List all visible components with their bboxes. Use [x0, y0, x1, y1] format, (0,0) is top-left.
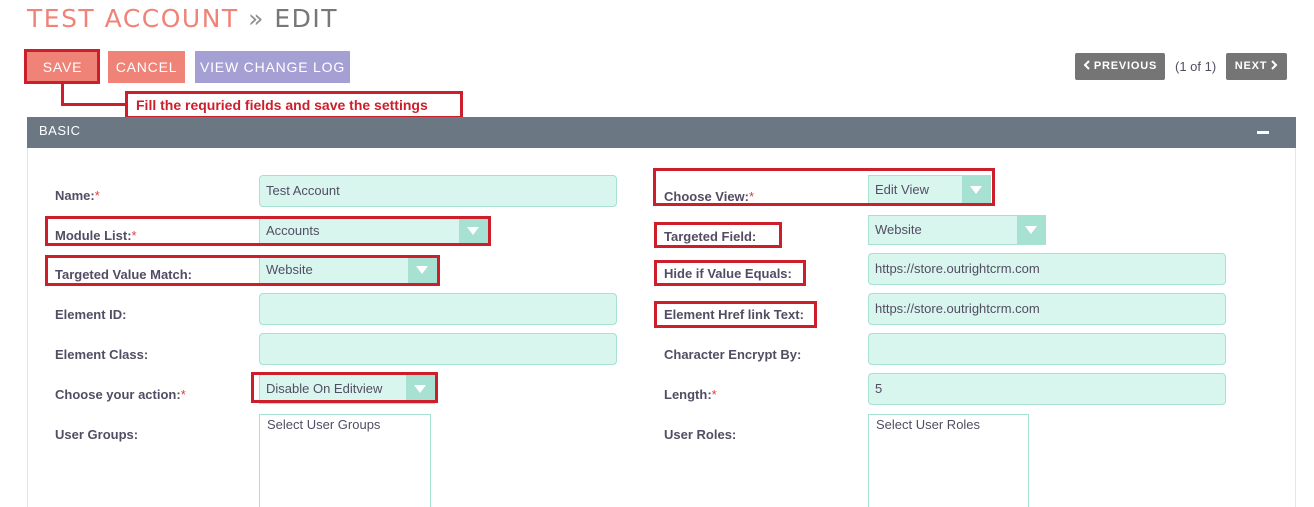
user-groups-label: User Groups:	[55, 427, 139, 442]
element-id-field[interactable]	[259, 293, 617, 325]
hide-if-value-equals-label: Hide if Value Equals:	[664, 266, 792, 281]
name-field[interactable]: Test Account	[259, 175, 617, 207]
length-label: Length:*	[664, 387, 717, 402]
required-marker: *	[711, 387, 717, 402]
panel-body	[27, 148, 1296, 507]
cancel-button[interactable]: CANCEL	[108, 51, 185, 83]
view-change-log-button[interactable]: VIEW CHANGE LOG	[195, 51, 350, 83]
chevron-right-icon	[1271, 60, 1278, 70]
user-roles-label: User Roles:	[664, 427, 737, 442]
dropdown-arrow-icon[interactable]	[406, 375, 434, 403]
choose-view-label: Choose View:*	[664, 189, 755, 204]
choose-view-select[interactable]: Edit View	[868, 175, 991, 205]
targeted-value-match-value: Website	[266, 262, 313, 277]
targeted-field-label: Targeted Field:	[664, 229, 757, 244]
user-roles-multiselect[interactable]: Select User Roles	[868, 414, 1029, 507]
dropdown-arrow-icon[interactable]	[408, 256, 436, 284]
user-groups-option[interactable]: Select User Groups	[267, 417, 380, 432]
length-field[interactable]: 5	[868, 373, 1226, 405]
targeted-value-match-select[interactable]: Website	[259, 255, 437, 285]
previous-label: PREVIOUS	[1093, 60, 1158, 72]
element-href-link-text-label: Element Href link Text:	[664, 307, 804, 322]
dropdown-arrow-icon[interactable]	[962, 176, 990, 204]
module-list-select[interactable]: Accounts	[259, 216, 488, 246]
user-roles-option[interactable]: Select User Roles	[876, 417, 980, 432]
element-class-label: Element Class:	[55, 347, 149, 362]
module-list-value: Accounts	[266, 223, 320, 238]
next-button[interactable]: NEXT	[1226, 53, 1287, 80]
targeted-value-match-label: Targeted Value Match:	[55, 267, 193, 282]
callout-connector-horizontal	[61, 103, 127, 106]
panel-title: BASIC	[39, 123, 81, 138]
element-class-field[interactable]	[259, 333, 617, 365]
character-encrypt-by-field[interactable]	[868, 333, 1226, 365]
user-groups-multiselect[interactable]: Select User Groups	[259, 414, 431, 507]
targeted-field-select[interactable]: Website	[868, 215, 1046, 245]
title-action: EDIT	[274, 4, 339, 33]
choose-view-value: Edit View	[875, 182, 929, 197]
module-list-label: Module List:*	[55, 228, 137, 243]
record-count: (1 of 1)	[1175, 59, 1217, 74]
save-button[interactable]: SAVE	[27, 51, 98, 83]
annotation-callout: Fill the requried fields and save the se…	[125, 91, 463, 119]
next-label: NEXT	[1234, 60, 1268, 72]
minus-icon[interactable]	[1257, 131, 1269, 134]
dropdown-arrow-icon[interactable]	[1017, 216, 1045, 244]
required-marker: *	[131, 228, 137, 243]
record-name: TEST ACCOUNT	[27, 4, 239, 33]
required-marker: *	[180, 387, 186, 402]
page-title: TEST ACCOUNT » EDIT	[27, 4, 338, 33]
chevron-left-icon	[1083, 60, 1090, 70]
previous-button[interactable]: PREVIOUS	[1075, 53, 1165, 80]
choose-action-label: Choose your action:*	[55, 387, 186, 402]
panel-header-basic[interactable]: BASIC	[27, 117, 1296, 148]
title-separator: »	[248, 4, 265, 33]
name-label: Name:*	[55, 188, 100, 203]
required-marker: *	[749, 189, 755, 204]
element-href-link-text-field[interactable]: https://store.outrightcrm.com	[868, 293, 1226, 325]
element-id-label: Element ID:	[55, 307, 127, 322]
hide-if-value-equals-field[interactable]: https://store.outrightcrm.com	[868, 253, 1226, 285]
dropdown-arrow-icon[interactable]	[459, 217, 487, 245]
character-encrypt-by-label: Character Encrypt By:	[664, 347, 802, 362]
choose-action-value: Disable On Editview	[266, 381, 383, 396]
targeted-field-value: Website	[875, 222, 922, 237]
required-marker: *	[94, 188, 100, 203]
choose-action-select[interactable]: Disable On Editview	[259, 374, 435, 404]
